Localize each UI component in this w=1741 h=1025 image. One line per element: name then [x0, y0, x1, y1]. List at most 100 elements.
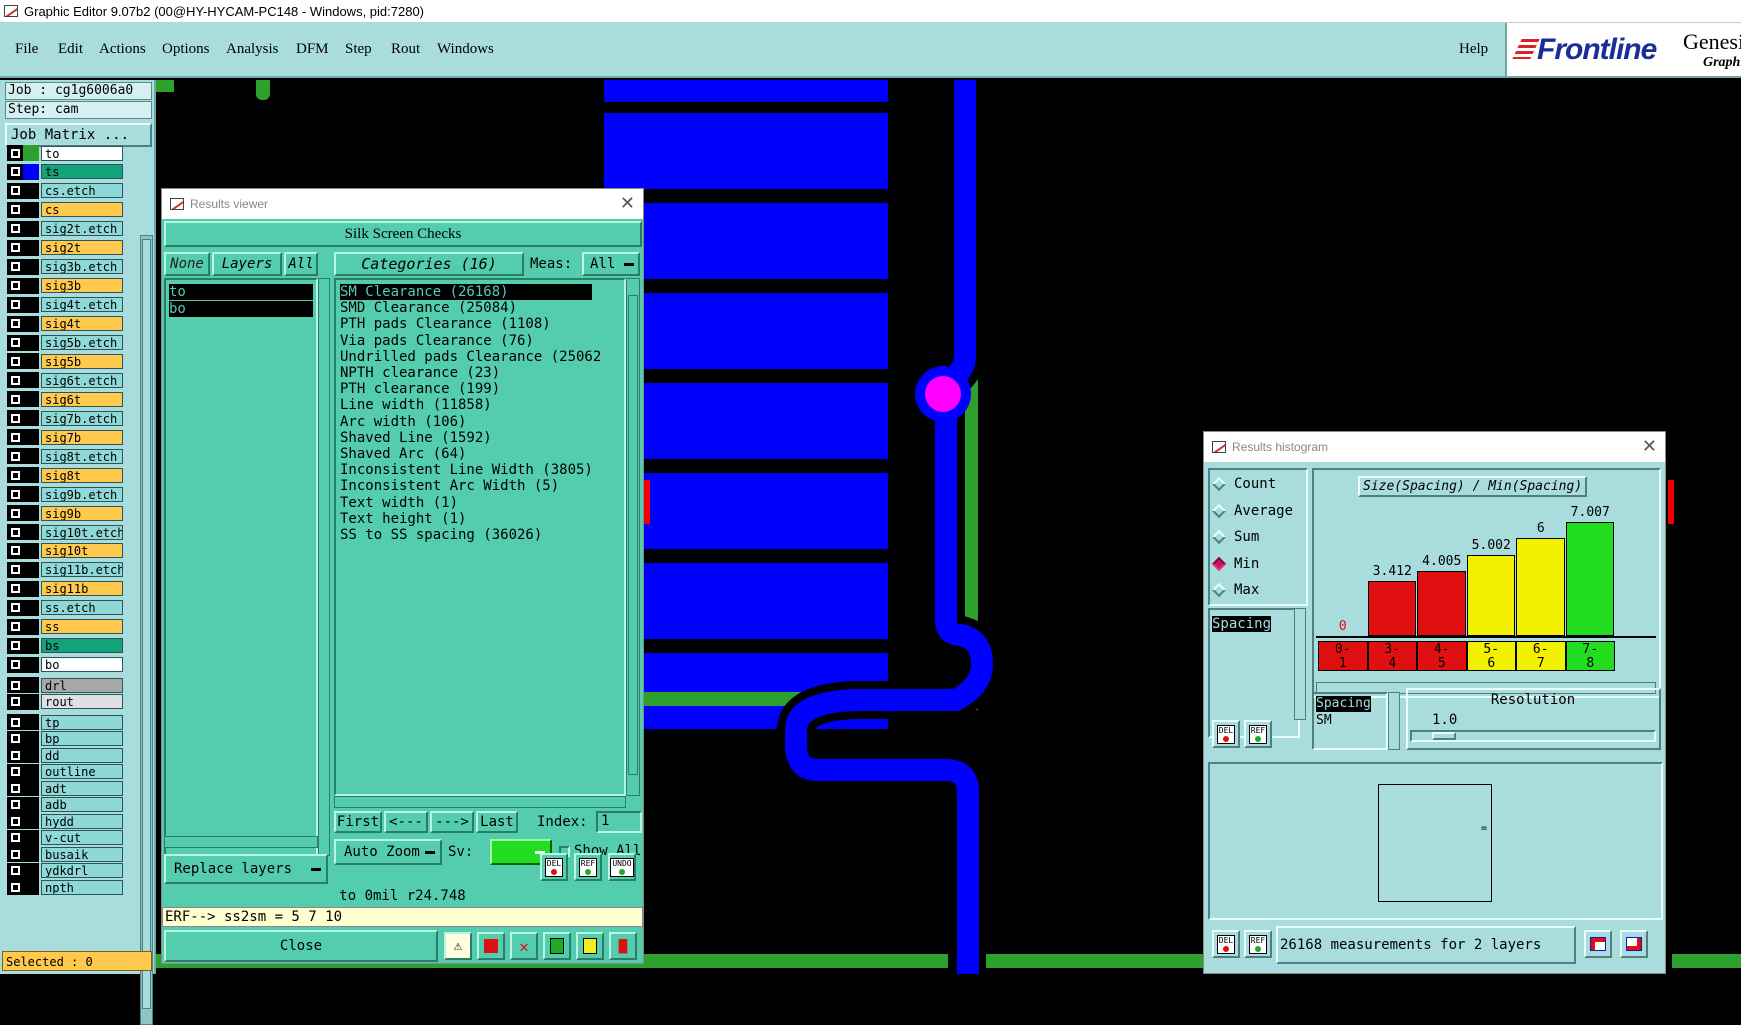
layer-row-sig8t[interactable]: sig8t — [7, 467, 123, 484]
layer-checkbox[interactable] — [7, 618, 23, 635]
histogram-bin-label[interactable]: 5- 6 — [1466, 641, 1516, 671]
meas-dropdown[interactable]: All — [582, 252, 640, 276]
category-item[interactable]: Arc width (106) — [340, 414, 466, 430]
category-item[interactable]: PTH clearance (199) — [340, 381, 500, 397]
list-item-sm[interactable]: SM — [1316, 713, 1332, 729]
close-button[interactable]: Close — [164, 930, 438, 962]
menu-help[interactable]: Help — [1459, 37, 1488, 61]
layer-name[interactable]: sig4t.etch — [41, 297, 123, 313]
layer-name[interactable]: sig2t.etch — [41, 221, 123, 237]
histogram-bar[interactable] — [1367, 581, 1416, 636]
layer-row-rout[interactable]: rout — [7, 693, 123, 710]
layer-color-swatch[interactable] — [23, 677, 39, 694]
layer-checkbox[interactable] — [7, 580, 23, 597]
layer-checkbox[interactable] — [7, 410, 23, 427]
layer-row-sig3b.etch[interactable]: sig3b.etch — [7, 258, 123, 275]
layer-name[interactable]: npth — [41, 879, 123, 895]
layer-row-sig11b[interactable]: sig11b — [7, 580, 123, 597]
pan-icon[interactable] — [1620, 930, 1648, 958]
layer-checkbox[interactable] — [7, 846, 23, 863]
list-item-spacing[interactable]: Spacing — [1212, 616, 1272, 632]
layer-color-swatch[interactable] — [23, 334, 39, 351]
category-item[interactable]: SS to SS spacing (36026) — [340, 527, 542, 543]
layer-row-bp[interactable]: bp — [7, 730, 123, 747]
layer-row-ss.etch[interactable]: ss.etch — [7, 599, 123, 616]
radio-icon[interactable] — [1211, 582, 1227, 598]
layer-color-swatch[interactable] — [23, 145, 39, 161]
radio-icon[interactable] — [1211, 503, 1227, 518]
layers-button[interactable]: Layers — [212, 252, 282, 276]
category-item[interactable]: Inconsistent Arc Width (5) — [340, 478, 559, 494]
layer-checkbox[interactable] — [7, 730, 23, 747]
menu-rout[interactable]: Rout — [391, 37, 420, 61]
del-button[interactable]: DEL — [1212, 930, 1240, 958]
option-sum[interactable]: Sum — [1211, 527, 1259, 547]
histogram-bar[interactable] — [1466, 555, 1515, 636]
measure-scrollbar[interactable] — [1388, 692, 1400, 750]
option-min[interactable]: Min — [1211, 554, 1259, 574]
histogram-bin-label[interactable]: 7- 8 — [1565, 641, 1615, 671]
cross-grid-icon[interactable]: ✕ — [510, 932, 538, 960]
layer-scrollbar[interactable] — [140, 235, 153, 1025]
layer-name[interactable]: bs — [41, 638, 123, 654]
layer-scroll-thumb[interactable] — [142, 239, 151, 1009]
layer-checkbox[interactable] — [7, 145, 23, 161]
layer-name[interactable]: ss.etch — [41, 600, 123, 616]
layer-name[interactable]: sig3b.etch — [41, 259, 123, 275]
categories-hscrollbar[interactable] — [334, 796, 626, 808]
layer-color-swatch[interactable] — [23, 618, 39, 635]
layer-row-sig9b.etch[interactable]: sig9b.etch — [7, 486, 123, 503]
menu-actions[interactable]: Actions — [99, 37, 146, 61]
layer-row-sig10t.etch[interactable]: sig10t.etch — [7, 524, 123, 540]
layer-color-swatch[interactable] — [23, 730, 39, 747]
layer-color-swatch[interactable] — [23, 693, 39, 710]
layer-name[interactable]: bp — [41, 731, 123, 747]
layer-row-v-cut[interactable]: v-cut — [7, 829, 123, 846]
layer-name[interactable]: outline — [41, 764, 123, 780]
histogram-bin-label[interactable]: 3- 4 — [1367, 641, 1417, 671]
category-item[interactable]: Inconsistent Line Width (3805) — [340, 462, 593, 478]
layer-checkbox[interactable] — [7, 862, 23, 879]
prev-button[interactable]: <--- — [384, 811, 428, 833]
layer-color-swatch[interactable] — [23, 561, 39, 578]
layer-color-swatch[interactable] — [23, 296, 39, 313]
layer-color-swatch[interactable] — [23, 353, 39, 370]
layer-checkbox[interactable] — [7, 714, 23, 731]
layer-row-hydd[interactable]: hydd — [7, 813, 123, 830]
layer-color-swatch[interactable] — [23, 780, 39, 797]
layer-color-swatch[interactable] — [23, 429, 39, 446]
category-item[interactable]: Text width (1) — [340, 495, 458, 511]
radio-icon[interactable] — [1211, 556, 1227, 571]
layer-name[interactable]: sig5b.etch — [41, 335, 123, 350]
layer-color-swatch[interactable] — [23, 486, 39, 503]
category-item[interactable]: Via pads Clearance (76) — [340, 333, 534, 349]
layer-row-sig6t[interactable]: sig6t — [7, 391, 123, 408]
layer-name[interactable]: bo — [41, 657, 123, 673]
histogram-bar[interactable] — [1516, 538, 1565, 636]
layer-name[interactable]: sig9b.etch — [41, 486, 123, 502]
menu-file[interactable]: File — [15, 37, 38, 61]
histogram-bar[interactable] — [1565, 522, 1614, 636]
layer-row-sig2t.etch[interactable]: sig2t.etch — [7, 220, 123, 237]
layer-color-swatch[interactable] — [23, 637, 39, 654]
layer-checkbox[interactable] — [7, 353, 23, 370]
menu-analysis[interactable]: Analysis — [226, 37, 279, 61]
layer-row-sig7b.etch[interactable]: sig7b.etch — [7, 410, 123, 427]
layer-name[interactable]: sig7b.etch — [41, 410, 123, 426]
layer-name[interactable]: sig8t.etch — [41, 448, 123, 464]
layer-name[interactable]: sig6t — [41, 391, 123, 407]
layer-row-dd[interactable]: dd — [7, 747, 123, 764]
index-input[interactable]: 1 — [596, 811, 642, 833]
menu-step[interactable]: Step — [345, 37, 372, 61]
layer-row-ss[interactable]: ss — [7, 618, 123, 635]
none-button[interactable]: None — [164, 252, 210, 276]
layer-name[interactable]: busaik — [41, 846, 123, 862]
layer-checkbox[interactable] — [7, 829, 23, 846]
layer-color-swatch[interactable] — [23, 862, 39, 879]
layer-row-sig7b[interactable]: sig7b — [7, 429, 123, 446]
layer-name[interactable]: sig7b — [41, 429, 123, 445]
category-item[interactable]: Shaved Arc (64) — [340, 446, 466, 462]
layer-row-sig5b[interactable]: sig5b — [7, 353, 123, 370]
layer-name[interactable]: sig10t.etch — [41, 524, 123, 540]
layer-color-swatch[interactable] — [23, 258, 39, 275]
